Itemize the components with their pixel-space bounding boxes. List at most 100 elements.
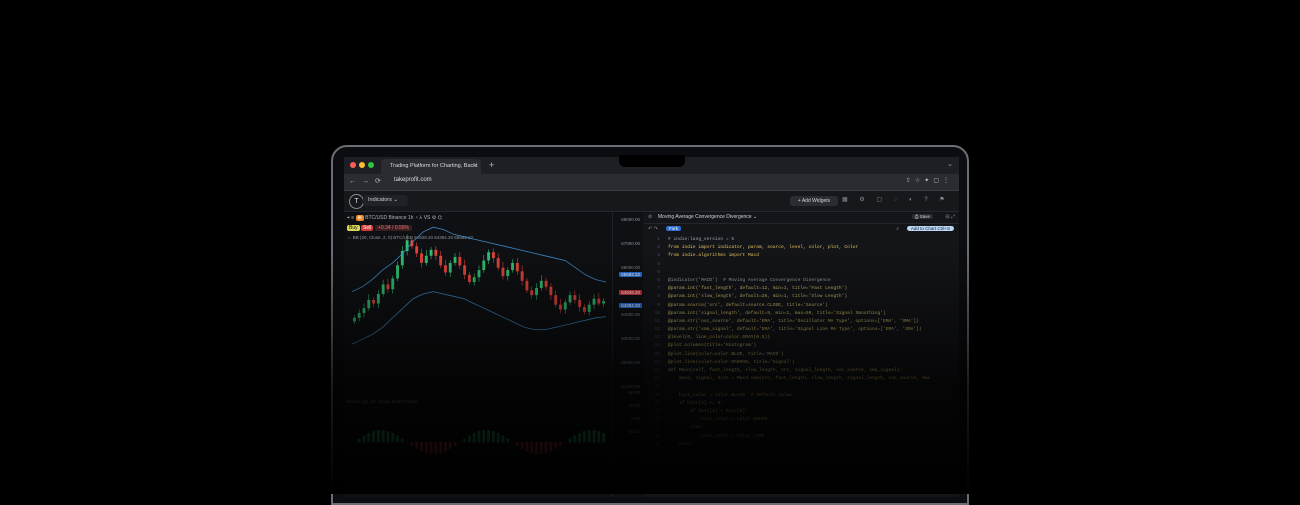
save-button[interactable]: ⎙ Save <box>911 214 933 219</box>
code-line[interactable]: 17 def Main(self, fast_length, slow_lengt… <box>644 367 959 375</box>
candle <box>544 280 548 287</box>
code-line[interactable]: 19 <box>644 383 959 391</box>
undo-redo-icons[interactable]: ↶ ↷ <box>648 226 658 232</box>
candle <box>352 317 356 322</box>
add-widgets-button[interactable]: + Add Widgets <box>790 196 838 206</box>
code-line[interactable]: 15 @plot.line(color=color.BLUE, title='MA… <box>644 351 959 359</box>
navigation-icons[interactable]: ←→⟳ <box>349 177 387 185</box>
macd-histogram-bar <box>602 432 606 443</box>
candle <box>573 295 577 300</box>
macd-indicator-legend[interactable]: MACD (12, 26, Close, 9) BTC/USD <box>347 399 417 404</box>
url-field[interactable]: takeprofit.com <box>394 177 432 183</box>
code-line[interactable]: 9 @param.source('src', default=source.CLO… <box>644 302 959 310</box>
macd-histogram-bar <box>597 431 601 443</box>
code-line[interactable]: 23 hist_color = color.GREEN <box>644 416 959 424</box>
tab-title: Trading Platform for Charting, Backt <box>390 163 478 169</box>
chart-widget[interactable]: ⌖ ≡ ⊕ BTC/USD Binance 1h ◔ ⅄ VS ⚙ ⌬ Buy … <box>344 212 612 497</box>
macd-histogram-bar <box>386 431 390 443</box>
code-text: # indie:lang_version = 5 <box>668 237 735 242</box>
camera-notch <box>619 155 685 167</box>
code-line[interactable]: 18 macd, signal, hist = Macd.new(src, fa… <box>644 375 959 383</box>
code-text: @param.str('sma_signal', default='EMA', … <box>668 327 922 333</box>
code-line[interactable]: 24 else: <box>644 424 959 432</box>
browser-tab[interactable]: Trading Platform for Charting, Backt × <box>381 159 481 174</box>
code-text: else: <box>668 425 704 431</box>
search-icon[interactable]: ⌕ <box>896 226 899 232</box>
tab-close-icon[interactable]: × <box>474 159 477 174</box>
y-tick-label: 63000.00 <box>621 336 640 342</box>
browser-toolbar-icons[interactable]: ⇧☆✦▢⋮ <box>906 177 953 184</box>
code-line[interactable]: 25 hist_color = color.LIME <box>644 433 959 441</box>
bollinger-lower-band <box>351 291 607 345</box>
code-text: if hist[1] < hist[0]: <box>668 408 748 414</box>
minimize-window-icon[interactable] <box>359 162 365 168</box>
code-line[interactable]: 22 if hist[1] < hist[0]: <box>644 408 959 416</box>
code-line[interactable]: 13 @level(0, line_color=color.GRAY(0.5)) <box>644 334 959 342</box>
takeprofit-logo-icon[interactable]: T <box>349 194 364 209</box>
candle <box>386 284 390 290</box>
code-line[interactable]: 6 @indicator('MACD') # Moving Average Con… <box>644 277 959 285</box>
code-line[interactable]: 1 # indie:lang_version = 5 <box>644 236 959 244</box>
code-text: @plot.line(color=color.BLUE, title='MACD… <box>668 351 784 357</box>
code-line[interactable]: 26 else: <box>644 441 959 449</box>
candle <box>535 287 538 296</box>
close-window-icon[interactable] <box>350 162 356 168</box>
line-number: 11 <box>654 318 660 324</box>
macd-histogram-bar <box>520 442 524 450</box>
macd-histogram-bar <box>381 430 385 443</box>
code-area[interactable]: 1 # indie:lang_version = 5 2 from indie imp… <box>644 236 959 497</box>
code-line[interactable]: 14 @plot.columns(title='Histogram') <box>644 342 959 350</box>
candle <box>458 256 462 266</box>
line-number: 9 <box>657 302 660 308</box>
macd-histogram-bar <box>530 442 534 454</box>
code-line[interactable]: 16 @plot.line(color=color.MAROON, title='… <box>644 359 959 367</box>
macd-histogram-bar <box>352 442 356 443</box>
y-tick-label: 64000.00 <box>621 312 640 318</box>
tab-search-chevron-icon[interactable]: ⌄ <box>947 160 953 168</box>
candle <box>463 265 467 275</box>
indicators-dropdown[interactable]: Indicators ⌄ <box>363 195 408 206</box>
maximize-window-icon[interactable] <box>368 162 374 168</box>
candle <box>582 307 586 312</box>
macd-histogram-bar <box>506 438 510 443</box>
code-line[interactable]: 2 from indie import indicator, param, sou… <box>644 244 959 252</box>
macd-histogram-bar <box>372 431 376 443</box>
code-line[interactable]: 12 @param.str('sma_signal', default='EMA'… <box>644 326 959 334</box>
add-to-chart-button[interactable]: Add to Chart Ctrl+S <box>906 226 954 231</box>
header-action-icons[interactable]: ▦ ⚙ ▢ ◌ ◐ ? ⚑ <box>842 196 950 203</box>
macd-histogram-bar <box>472 432 476 443</box>
macd-histogram-bar <box>467 435 471 443</box>
price-tag: 64928.20 <box>619 290 642 296</box>
code-line[interactable]: 21 if hist[0] >= 0: <box>644 400 959 408</box>
editor-toolbar: ↶ ↷ Fork ⌕ Add to Chart Ctrl+S <box>644 224 959 235</box>
fork-button[interactable]: Fork <box>666 226 681 231</box>
candle <box>362 308 366 314</box>
line-number: 23 <box>654 417 660 423</box>
code-line[interactable]: 20 hist_color = color.BLACK # default va… <box>644 392 959 400</box>
line-number: 1 <box>657 237 660 242</box>
code-text: @level(0, line_color=color.GRAY(0.5)) <box>668 335 770 341</box>
y-tick-label: -30.00 <box>627 429 640 434</box>
price-axis[interactable]: 68000.0067000.0066000.0065000.0064000.00… <box>612 212 643 497</box>
code-line[interactable]: 7 @param.int('fast_length', default=12, m… <box>644 285 959 293</box>
editor-title[interactable]: Moving Average Convergence Divergence ⌄ <box>658 214 757 220</box>
candle <box>563 302 567 310</box>
code-line[interactable]: 4 <box>644 261 959 269</box>
price-chart-svg[interactable] <box>344 212 612 497</box>
code-line[interactable]: 3 from indie.algorithms import Macd <box>644 252 959 260</box>
code-text: @plot.line(color=color.MAROON, title='Si… <box>668 359 795 365</box>
candle <box>477 270 481 278</box>
candle <box>487 252 491 261</box>
code-line[interactable]: 11 @param.str('osc_source', default='EMA'… <box>644 318 959 326</box>
code-line[interactable]: 10 @param.int('signal_length', default=9,… <box>644 310 959 318</box>
price-tag: 65682.22 <box>619 272 642 278</box>
candle <box>444 265 447 273</box>
line-number: 20 <box>654 392 660 398</box>
macd-histogram-bar <box>477 431 481 443</box>
new-tab-button[interactable]: + <box>489 159 494 172</box>
candle <box>549 286 553 296</box>
code-line[interactable]: 5 <box>644 269 959 277</box>
candle <box>448 262 452 273</box>
editor-window-icons[interactable]: ⊟ ⤢ <box>945 214 955 220</box>
code-line[interactable]: 8 @param.int('slow_length', default=26, m… <box>644 293 959 301</box>
